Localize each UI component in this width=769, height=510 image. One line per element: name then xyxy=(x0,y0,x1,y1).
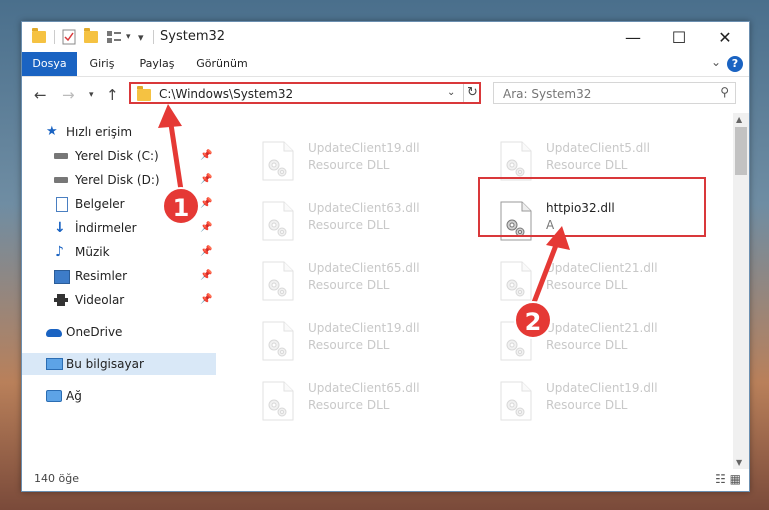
step-badge-1: 1 xyxy=(162,187,200,225)
annotation-arrows xyxy=(158,104,570,306)
step-badge-2: 2 xyxy=(514,301,552,339)
